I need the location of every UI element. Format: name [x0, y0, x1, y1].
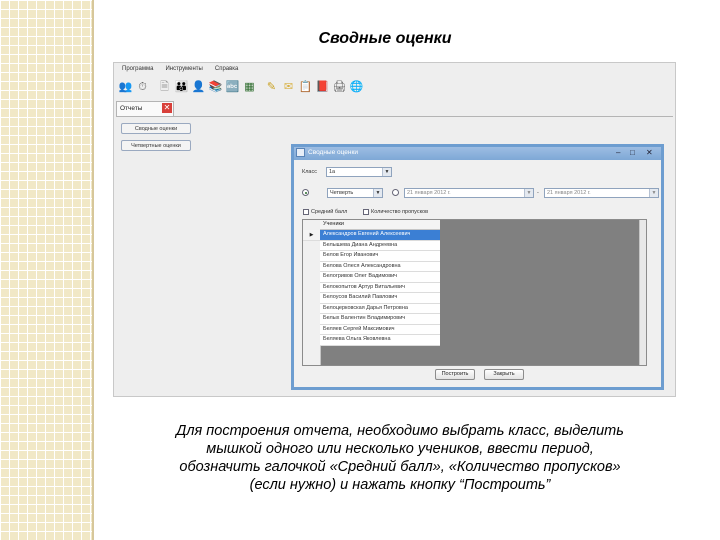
table-row[interactable]: Белышева Диана Андреевна [320, 240, 440, 251]
printer-icon[interactable]: 🖨 [332, 80, 347, 95]
grid-scrollbar[interactable] [639, 220, 646, 365]
date-from-field[interactable]: 21 января 2012 г. ▼ [404, 188, 534, 198]
slide-title: Сводные оценки [318, 30, 452, 47]
date-to-value: 21 января 2012 г. [547, 190, 591, 196]
calendar-dropdown-icon[interactable]: ▼ [649, 189, 658, 197]
abc-icon[interactable]: 🔤 [225, 80, 240, 95]
absences-checkbox[interactable] [363, 209, 369, 215]
period-select-value: Четверть [330, 190, 354, 196]
table-row[interactable]: Беляева Ольга Яковлевна [320, 335, 440, 346]
table-row[interactable]: Белова Олеся Александровна [320, 261, 440, 272]
date-to-field[interactable]: 21 января 2012 г. ▼ [544, 188, 659, 198]
quarter-grades-button[interactable]: Четвертные оценки [121, 140, 191, 151]
group-icon[interactable]: 👪 [174, 80, 189, 95]
caption-line: мышкой одного или несколько учеников, вв… [206, 441, 594, 457]
summary-grades-dialog: Сводные оценки – □ ✕ Класс 1а ▼ Четверть… [291, 144, 664, 390]
tab-divider [116, 116, 673, 117]
table-row[interactable]: Белогривов Олег Вадимович [320, 272, 440, 283]
window-icon [296, 148, 305, 157]
notepad-icon[interactable]: 📋 [298, 80, 313, 95]
users-icon[interactable]: 👥 [118, 80, 133, 95]
person-icon[interactable]: 👤 [191, 80, 206, 95]
blackboard-icon[interactable]: ▦ [242, 80, 257, 95]
date-range-radio[interactable] [392, 189, 399, 196]
students-grid: ▶ Ученики Александров Евгений Алексеевич… [302, 219, 647, 366]
dialog-titlebar[interactable]: Сводные оценки – □ ✕ [294, 147, 661, 160]
table-row[interactable]: Белокопытов Артур Витальевич [320, 282, 440, 293]
close-window-icon[interactable]: ✕ [646, 148, 653, 158]
average-grade-label: Средний балл [311, 209, 348, 215]
letter-icon[interactable]: ✉ [281, 80, 296, 95]
strip-border [92, 0, 94, 540]
caption-line: (если нужно) и нажать кнопку “Построить” [249, 477, 551, 493]
summary-grades-button[interactable]: Сводные оценки [121, 123, 191, 134]
class-select[interactable]: 1а ▼ [326, 167, 392, 177]
average-grade-checkbox[interactable] [303, 209, 309, 215]
date-separator: - [537, 190, 539, 196]
build-button[interactable]: Построить [435, 369, 475, 380]
checkered-strip [0, 0, 92, 540]
table-row[interactable]: Белых Валентин Владимирович [320, 314, 440, 325]
selected-row-marker: ▶ [303, 230, 320, 241]
table-row[interactable]: Беляев Сергей Максимович [320, 324, 440, 335]
class-select-value: 1а [329, 169, 336, 175]
book-icon[interactable]: 📕 [315, 80, 330, 95]
pencil-icon[interactable]: ✎ [264, 80, 279, 95]
dialog-title: Сводные оценки [308, 149, 358, 156]
students-column: Ученики Александров Евгений Алексеевич Б… [320, 220, 440, 346]
table-row[interactable]: Белоусов Василий Павлович [320, 293, 440, 304]
row-headers: ▶ [303, 220, 321, 365]
document-icon[interactable]: 🗎 [157, 80, 172, 95]
close-button[interactable]: Закрыть [484, 369, 524, 380]
menu-help[interactable]: Справка [215, 66, 239, 72]
column-header-students[interactable]: Ученики [320, 220, 440, 230]
period-select[interactable]: Четверть ▼ [327, 188, 383, 198]
chevron-down-icon[interactable]: ▼ [382, 168, 391, 176]
chevron-down-icon[interactable]: ▼ [373, 189, 382, 197]
calendar-dropdown-icon[interactable]: ▼ [524, 189, 533, 197]
app-window: Программа Инструменты Справка 👥 ⏱ 🗎 👪 👤 … [113, 62, 676, 397]
maximize-icon[interactable]: □ [630, 148, 635, 158]
menu-program[interactable]: Программа [122, 66, 153, 72]
period-radio[interactable] [302, 189, 309, 196]
clock-icon[interactable]: ⏱ [135, 80, 150, 95]
minimize-icon[interactable]: – [616, 148, 620, 158]
caption-line: Для построения отчета, необходимо выбрат… [176, 423, 624, 439]
date-from-value: 21 января 2012 г. [407, 190, 451, 196]
table-row[interactable]: Белоцерковская Дарья Петровна [320, 303, 440, 314]
class-label: Класс [302, 169, 317, 175]
toolbar: 👥 ⏱ 🗎 👪 👤 📚 🔤 ▦ ✎ ✉ 📋 📕 🖨 🌐 [118, 76, 364, 98]
network-icon[interactable]: 🌐 [349, 80, 364, 95]
slide-caption: Для построения отчета, необходимо выбрат… [112, 422, 688, 494]
table-row[interactable]: Белов Егор Иванович [320, 251, 440, 262]
books-icon[interactable]: 📚 [208, 80, 223, 95]
table-row[interactable]: Александров Евгений Алексеевич [320, 230, 440, 241]
caption-line: обозначить галочкой «Средний балл», «Кол… [179, 459, 621, 475]
menubar: Программа Инструменты Справка [114, 63, 675, 75]
menu-tools[interactable]: Инструменты [165, 66, 202, 72]
absences-label: Количество пропусков [371, 209, 429, 215]
close-icon[interactable]: ✕ [162, 103, 172, 113]
